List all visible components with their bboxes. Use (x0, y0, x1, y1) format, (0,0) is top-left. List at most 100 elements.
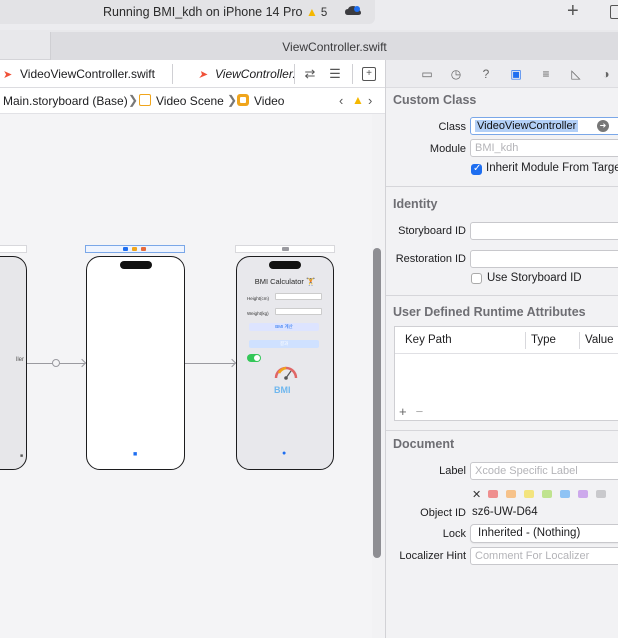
color-swatch-purple[interactable] (578, 490, 589, 498)
module-label: Module (429, 143, 466, 155)
warning-icon[interactable]: ▲ (352, 93, 364, 107)
video-icon: ■ (19, 453, 23, 459)
lock-label: Lock (442, 528, 466, 540)
tab-divider (172, 64, 173, 84)
calc-button[interactable]: BMI 계산 (249, 323, 319, 331)
breadcrumb-storyboard[interactable]: Main.storyboard (Base) (3, 94, 128, 108)
file-inspector-icon[interactable]: ▭ (419, 66, 435, 82)
color-swatch-orange[interactable] (506, 490, 517, 498)
inspector-toggle-icon[interactable] (610, 5, 618, 19)
warnings-badge[interactable]: ▲ 5 (306, 5, 327, 19)
connections-inspector-icon[interactable]: ◑ (598, 66, 614, 82)
add-icon[interactable]: + (567, 1, 579, 21)
arrow-icon (77, 358, 87, 368)
result-button[interactable]: 결과 (249, 340, 319, 348)
breadcrumb-video[interactable]: Video (237, 94, 284, 108)
divider (386, 430, 618, 431)
inherit-module-checkbox[interactable] (471, 163, 482, 175)
section-custom-class: Custom Class (393, 93, 477, 107)
help-icon[interactable]: ? (478, 66, 494, 82)
cloud-icon[interactable] (344, 4, 362, 18)
use-storyboard-id-label: Use Storyboard ID (487, 272, 582, 284)
iphone-scene-tabbar[interactable]: ller ■ (0, 256, 27, 470)
scene-icon (139, 94, 151, 106)
editor-tab-viewcontroller[interactable]: ➤ ViewController. (198, 67, 294, 81)
localizer-hint-field[interactable]: Comment For Localizer (470, 547, 618, 565)
breadcrumb: Main.storyboard (Base) ❯ Video Scene ❯ V… (0, 88, 385, 114)
arrow-right-circle-icon[interactable]: ➜ (597, 120, 609, 132)
inspector-panel: ▭ ◷ ? ▣ ≡ ◺ ◑ Custom Class Class VideoVi… (386, 60, 618, 638)
breadcrumb-scene[interactable]: Video Scene (139, 94, 224, 108)
swift-file-icon: ➤ (3, 69, 13, 81)
editor-tab-videoviewcontroller[interactable]: ➤ VideoViewController.swift (3, 67, 155, 81)
xcode-label-field[interactable]: Xcode Specific Label (470, 462, 618, 480)
column-divider (525, 332, 526, 349)
bmi-title-label: BMI Calculator 🏋 (254, 277, 316, 286)
class-label: Class (438, 121, 466, 133)
weight-label: Weight(kg) (247, 311, 269, 316)
use-storyboard-id-checkbox[interactable] (471, 273, 482, 284)
arrow-icon (227, 358, 237, 368)
class-value: VideoViewController (475, 120, 579, 132)
section-runtime-attributes: User Defined Runtime Attributes (393, 305, 586, 319)
object-id-label: Object ID (420, 507, 466, 519)
column-key-path[interactable]: Key Path (405, 334, 452, 346)
editor-tab-label: VideoViewController.swift (20, 67, 155, 81)
editor-tab-strip: ➤ VideoViewController.swift ➤ ViewControll… (0, 60, 385, 88)
dynamic-island (269, 261, 301, 269)
tab-viewcontroller-swift[interactable]: ViewController.swift (50, 32, 618, 60)
attributes-inspector-icon[interactable]: ≡ (538, 66, 554, 82)
identity-inspector-icon[interactable]: ▣ (508, 66, 524, 82)
storyboard-id-label: Storyboard ID (398, 225, 466, 237)
person-icon: ● (282, 450, 287, 457)
activity-status-bar: Running BMI_kdh on iPhone 14 Pro ▲ 5 (0, 0, 375, 24)
class-field[interactable]: VideoViewController ➜ (470, 117, 618, 135)
canvas-scrollbar[interactable] (373, 248, 381, 558)
chevron-right-icon: ❯ (227, 93, 238, 107)
iphone-scene-video[interactable]: ■ (86, 256, 185, 470)
column-value[interactable]: Value (585, 334, 614, 346)
scene-dock[interactable] (235, 245, 335, 253)
chevron-right-icon[interactable]: › (368, 93, 372, 108)
dynamic-island (119, 261, 152, 269)
module-field[interactable]: BMI_kdh (470, 139, 618, 157)
toggle-switch[interactable] (247, 354, 261, 362)
column-divider (579, 332, 580, 349)
color-swatch-yellow[interactable] (524, 490, 535, 498)
storyboard-id-field[interactable] (470, 222, 618, 240)
add-attribute-button[interactable]: + (399, 404, 407, 419)
chevron-left-icon[interactable]: ‹ (339, 93, 343, 108)
scene-partial-label: ller (15, 357, 24, 363)
history-icon[interactable]: ◷ (448, 66, 464, 82)
color-swatch-blue[interactable] (560, 490, 571, 498)
restoration-id-field[interactable] (470, 250, 618, 268)
localizer-hint-label: Localizer Hint (399, 550, 466, 562)
view-controller-icon (132, 247, 137, 251)
tab-divider (352, 64, 353, 84)
swift-file-icon: ➤ (198, 69, 208, 81)
color-swatch-red[interactable] (488, 490, 499, 498)
size-inspector-icon[interactable]: ◺ (568, 66, 584, 82)
clear-color-icon[interactable]: ✕ (472, 488, 481, 501)
scene-dock[interactable] (0, 245, 27, 253)
column-type[interactable]: Type (531, 334, 556, 346)
iphone-scene-bmi[interactable]: BMI Calculator 🏋 Height(cm) Weight(kg) B… (236, 256, 334, 470)
remove-attribute-button[interactable]: − (416, 404, 424, 419)
related-items-icon[interactable]: ⇄ (302, 66, 318, 82)
view-controller-icon (282, 247, 289, 251)
table-controls: + − (399, 404, 432, 419)
scene-dock-selected[interactable] (85, 245, 185, 253)
color-swatch-green[interactable] (542, 490, 553, 498)
inspector-tabs: ▭ ◷ ? ▣ ≡ ◺ ◑ (386, 60, 618, 88)
segue-icon[interactable] (52, 359, 60, 367)
first-responder-icon (123, 247, 128, 251)
split-editor-icon[interactable]: + (362, 67, 376, 81)
editor-options-icon[interactable]: ☰ (327, 66, 343, 82)
height-field[interactable] (275, 293, 322, 300)
weight-field[interactable] (275, 308, 322, 315)
lock-popup[interactable]: Inherited - (Nothing) (470, 524, 618, 543)
section-identity: Identity (393, 197, 438, 211)
color-swatch-gray[interactable] (596, 490, 607, 498)
storyboard-canvas[interactable]: ller ■ ■ BMI Calculator 🏋 Height(cm) Wei… (0, 114, 372, 638)
window-toolbar: Running BMI_kdh on iPhone 14 Pro ▲ 5 + (0, 0, 618, 30)
